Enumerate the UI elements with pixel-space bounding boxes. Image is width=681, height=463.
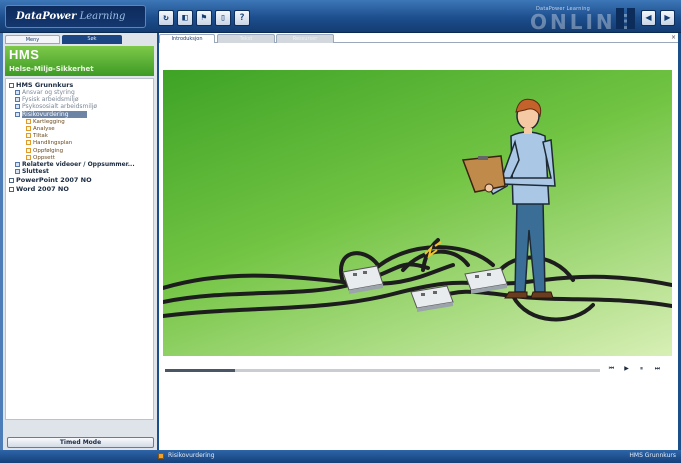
content-area: Introduksjon Tekst Ressurser × ⏮ ▶ ⏸ ⏭ (159, 33, 678, 450)
tree-item-label: Sluttest (22, 168, 49, 176)
refresh-button[interactable]: ↻ (158, 10, 174, 26)
forward-icon: ⏭ (654, 365, 661, 372)
tree-item[interactable]: Sluttest (15, 168, 49, 176)
app-logo: DataPower Learning (5, 5, 146, 28)
video-player[interactable] (163, 70, 672, 356)
page-icon (26, 140, 31, 146)
logo-word-1: DataPower (16, 11, 77, 22)
tree-item-label: HMS Grunnkurs (16, 81, 74, 89)
tree-item-label: Word 2007 NO (16, 185, 69, 194)
refresh-icon: ↻ (163, 13, 169, 23)
chapter-icon (15, 169, 20, 175)
tree-item-label: Relaterte videoer / Oppsummer... (22, 161, 135, 168)
page-icon (26, 126, 31, 131)
tree-item-label: Risikovurdering (22, 110, 87, 118)
pause-button[interactable]: ⏸ (635, 363, 648, 374)
tree-item-label: Oppfølging (33, 147, 64, 154)
tab-text[interactable]: Tekst (217, 34, 275, 43)
brand-online: DataPower Learning ONLINE (530, 6, 636, 34)
tree-item-label: Kartlegging (33, 118, 65, 125)
power-strips (342, 265, 508, 312)
folder-icon (9, 186, 14, 192)
close-icon[interactable]: × (671, 34, 676, 41)
status-course-name: HMS Grunnkurs (629, 452, 676, 459)
play-icon: ▶ (624, 365, 629, 372)
page-icon (26, 147, 31, 153)
status-current-lesson: Risikovurdering (168, 452, 215, 459)
notes-button[interactable]: ▯ (215, 10, 231, 26)
chapter-icon (15, 90, 20, 95)
bookmark-button[interactable]: ⚑ (196, 10, 212, 26)
playback-progress-fill (165, 369, 235, 372)
rewind-button[interactable]: ⏮ (605, 363, 618, 374)
folder-icon (9, 82, 14, 88)
tree-item-label: Tiltak (33, 133, 48, 140)
forward-button[interactable]: ⏭ (651, 363, 664, 374)
tab-search[interactable]: Søk (62, 35, 122, 44)
brand-bar-2 (627, 8, 635, 29)
play-button[interactable]: ▶ (620, 363, 633, 374)
tree-item-label: Fysisk arbeidsmiljø (22, 96, 79, 104)
page-icon (26, 133, 31, 139)
page-icon (26, 118, 31, 124)
help-icon: ? (239, 13, 245, 23)
top-toolbar: DataPower Learning ↻ ◧ ⚑ ▯ ? DataPower L… (0, 0, 681, 34)
tree-item-label: Analyse (33, 126, 55, 132)
prev-page-button[interactable]: ◀ (641, 10, 656, 26)
sidebar: Meny Søk HMS Helse-Miljø-Sikkerhet HMS G… (3, 33, 157, 450)
course-header: HMS Helse-Miljø-Sikkerhet (5, 46, 154, 76)
folder-icon (9, 177, 14, 183)
next-page-button[interactable]: ▶ (660, 10, 675, 26)
course-tree: HMS Grunnkurs Ansvar og styring Fysisk arb… (5, 78, 154, 420)
pause-icon: ⏸ (639, 365, 643, 372)
tree-item[interactable]: HMS Grunnkurs (9, 81, 73, 89)
tab-menu[interactable]: Meny (5, 35, 60, 44)
rewind-icon: ⏮ (608, 365, 615, 372)
notes-icon: ▯ (220, 13, 226, 23)
lesson-icon (158, 453, 164, 459)
status-bar: Risikovurdering HMS Grunnkurs (0, 450, 681, 463)
tree-item-label: Ansvar og styring (22, 89, 75, 96)
back-icon: ◧ (182, 13, 188, 23)
tree-item[interactable]: PowerPoint 2007 NO (9, 176, 92, 184)
chapter-icon (15, 97, 20, 103)
sidebar-tabs: Meny Søk (5, 35, 155, 44)
chapter-icon (15, 111, 20, 117)
content-tabs: Introduksjon Tekst Ressurser × (159, 33, 678, 43)
course-subtitle: Helse-Miljø-Sikkerhet (9, 65, 94, 73)
arrow-left-icon: ◀ (645, 13, 652, 22)
arrow-right-icon: ▶ (664, 13, 671, 22)
tab-resources[interactable]: Ressurser (276, 34, 334, 43)
tree-item-label: Oppsett (33, 154, 55, 161)
back-button[interactable]: ◧ (177, 10, 193, 26)
bookmark-icon: ⚑ (201, 13, 207, 23)
inspector-figure (461, 98, 556, 299)
page-icon (26, 154, 31, 160)
brand-bar-1 (616, 8, 624, 29)
tree-item-label: Handlingsplan (33, 140, 73, 147)
tree-item-label: PowerPoint 2007 NO (16, 176, 92, 185)
tree-item[interactable]: Word 2007 NO (9, 185, 69, 193)
chapter-icon (15, 162, 20, 167)
logo-word-2: Learning (79, 11, 126, 22)
timed-mode-button[interactable]: Timed Mode (7, 437, 154, 448)
chapter-icon (15, 104, 20, 110)
course-title: HMS (9, 47, 40, 62)
tab-introduction[interactable]: Introduksjon (159, 34, 215, 43)
playback-progress[interactable] (165, 369, 600, 372)
video-frame-illustration (163, 98, 672, 322)
tree-item-label: Psykososialt arbeidsmiljø (22, 103, 98, 111)
help-button[interactable]: ? (234, 10, 250, 26)
